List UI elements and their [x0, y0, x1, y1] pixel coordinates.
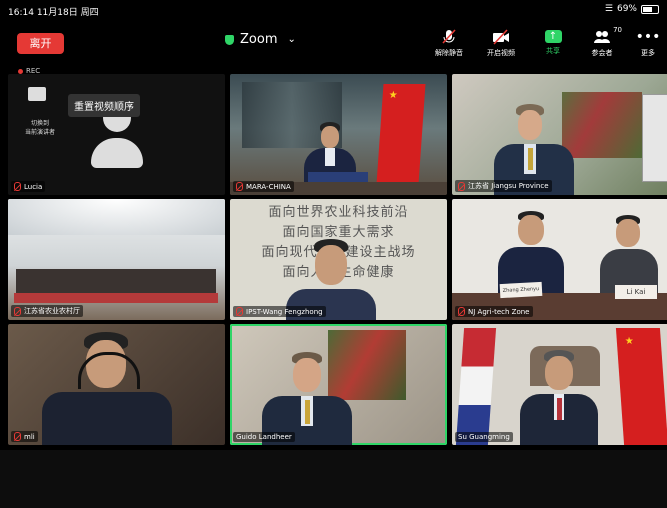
status-time: 16:14 11月18日 周四: [8, 8, 99, 18]
switch-speaker-label[interactable]: 切换到 当前演讲者: [16, 119, 64, 137]
wifi-icon: ☰: [604, 4, 613, 14]
avatar-body: [91, 138, 143, 168]
participant-name-tag: 江苏省农业农村厅: [11, 305, 83, 317]
orchard-picture: [328, 330, 406, 400]
video-tile-nj-agri-tech-zone[interactable]: Zhang Zhenyu Li Kai NJ Agri-tech Zone: [452, 199, 667, 320]
video-off-icon: [493, 29, 509, 45]
bottom-empty-area: [0, 450, 667, 508]
desk-name-card: Li Kai: [615, 285, 657, 299]
start-video-button[interactable]: 开启视频: [479, 28, 523, 58]
video-tile-su-guangming[interactable]: ★ Su Guangming: [452, 324, 667, 445]
status-bar: 16:14 11月18日 周四 ☰ 69%: [0, 0, 667, 18]
share-icon: ↑: [544, 30, 562, 43]
participants-button[interactable]: 70 参会者: [580, 26, 624, 58]
battery-percent: 69%: [616, 4, 637, 14]
video-tile-lucia[interactable]: 切换到 当前演讲者 重置视频顺序 Lucia: [8, 74, 225, 195]
more-icon: •••: [635, 29, 661, 45]
orchard-picture: [562, 92, 642, 158]
video-tile-mli[interactable]: mli: [8, 324, 225, 445]
video-tile-guido-landheer[interactable]: Guido Landheer: [230, 324, 447, 445]
mic-muted-icon: [236, 307, 243, 316]
people-row: [16, 269, 216, 295]
participant-name-tag: NJ Agri-tech Zone: [455, 306, 533, 317]
battery-icon: [641, 4, 659, 14]
participant-name-tag: mli: [11, 431, 38, 442]
participant-name-tag: 江苏省 Jiangsu Province: [455, 180, 552, 192]
leave-button[interactable]: 离开: [17, 33, 64, 54]
chevron-down-icon: ⌄: [287, 34, 296, 45]
thailand-flag: [455, 328, 497, 445]
mic-muted-icon: [14, 306, 21, 316]
mic-muted-icon: [442, 29, 456, 44]
share-button[interactable]: ↑ 共享: [531, 28, 575, 56]
mic-muted-icon: [236, 182, 243, 191]
shield-icon: [225, 34, 234, 45]
participant-name-tag: Guido Landheer: [233, 432, 295, 442]
video-grid: 切换到 当前演讲者 重置视频顺序 Lucia ★ MARA-CHINA 江苏省 …: [8, 74, 667, 448]
meeting-title[interactable]: Zoom ⌄: [225, 32, 296, 47]
participant-name-tag: Su Guangming: [455, 432, 513, 442]
participant-count: 70: [613, 26, 622, 34]
participant-strip: [642, 94, 667, 182]
video-tile-mara-china[interactable]: ★ MARA-CHINA: [230, 74, 447, 195]
china-flag: ★: [615, 328, 667, 445]
mic-muted-icon: [14, 432, 21, 441]
switch-speaker-icon[interactable]: [28, 87, 46, 101]
mic-muted-icon: [458, 181, 465, 191]
ceiling-lights: [8, 199, 225, 235]
participant-name-tag: Lucia: [11, 181, 46, 192]
desk-name-card: Zhang Zhenyu: [499, 281, 543, 299]
participants-icon: [594, 31, 610, 43]
reset-video-order-menu-item[interactable]: 重置视频顺序: [68, 94, 140, 117]
participant-name-tag: MARA-CHINA: [233, 181, 294, 192]
status-right: ☰ 69%: [605, 4, 659, 14]
unmute-button[interactable]: 解除静音: [427, 28, 471, 58]
headset: [78, 352, 140, 389]
mic-muted-icon: [458, 307, 465, 316]
video-tile-ipst-wang-fengzhong[interactable]: 面向世界农业科技前沿 面向国家重大需求 面向现代农业建设主战场 面向人民生命健康…: [230, 199, 447, 320]
record-dot-icon: [18, 68, 23, 74]
china-flag: ★: [376, 84, 426, 184]
participant-name-tag: IPST-Wang Fengzhong: [233, 306, 326, 317]
more-button[interactable]: ••• 更多: [626, 28, 667, 58]
meeting-toolbar: 离开 Zoom ⌄ 解除静音 开启视频 ↑ 共享 70 参会者 ••• 更多: [0, 22, 667, 62]
desk-flowers: [14, 293, 218, 303]
video-tile-jiangsu-province[interactable]: 江苏省 Jiangsu Province: [452, 74, 667, 195]
video-tile-jiangsu-agri-dept[interactable]: 江苏省农业农村厅: [8, 199, 225, 320]
mic-muted-icon: [14, 182, 21, 191]
